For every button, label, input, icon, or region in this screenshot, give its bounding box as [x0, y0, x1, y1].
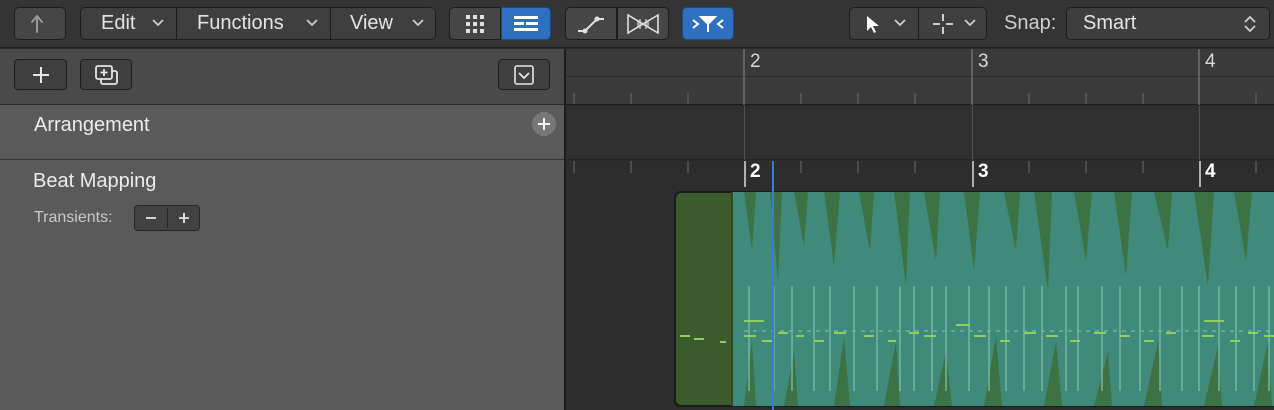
minus-icon	[146, 217, 156, 219]
ruler-ticks	[573, 49, 1257, 105]
grid-view-icon	[466, 14, 484, 33]
beat-bar-3: 3	[978, 161, 989, 182]
grid-view-button[interactable]	[449, 7, 501, 40]
arrangement-add-button[interactable]	[532, 112, 556, 136]
back-arrow-icon	[31, 13, 43, 33]
catch-playhead-button[interactable]	[682, 7, 734, 40]
transients-stepper	[134, 205, 200, 231]
chevron-down-icon	[152, 19, 164, 27]
track-header-toolbar	[0, 49, 565, 105]
chevron-down-icon	[306, 19, 318, 27]
plus-icon	[32, 66, 49, 83]
transients-increase-button[interactable]	[168, 206, 200, 230]
beat-bar-2: 2	[750, 161, 761, 182]
menu-view[interactable]: View	[350, 7, 393, 40]
catch-playhead-icon	[692, 15, 724, 32]
crosshair-tool-icon	[933, 14, 953, 34]
list-view-button[interactable]	[501, 7, 551, 40]
beat-mapping-title: Beat Mapping	[33, 170, 157, 192]
automation-curve-icon	[578, 16, 604, 33]
chevron-down-icon	[894, 19, 906, 27]
chevron-down-icon	[964, 19, 976, 27]
arrangement-lane[interactable]	[566, 106, 1274, 160]
beat-bar-4: 4	[1205, 161, 1216, 182]
back-button[interactable]	[14, 7, 66, 40]
menu-edit[interactable]: Edit	[101, 7, 135, 40]
beat-mapping-ruler	[573, 161, 1257, 187]
snap-value: Smart	[1083, 12, 1137, 34]
duplicate-track-button[interactable]	[80, 59, 132, 90]
snap-select[interactable]: Smart	[1066, 7, 1270, 40]
beat-mapping-track-header[interactable]: Beat Mapping Transients:	[0, 161, 565, 410]
crosshair-tool-menu[interactable]	[919, 8, 987, 39]
ruler-bar-4: 4	[1205, 51, 1216, 72]
menu-functions[interactable]: Functions	[197, 7, 284, 40]
automation-button[interactable]	[565, 7, 617, 40]
beat-mapping-lane[interactable]: 2 3 4	[566, 161, 1274, 410]
transients-decrease-button[interactable]	[135, 206, 167, 230]
collapse-button[interactable]	[498, 59, 550, 90]
list-view-icon	[514, 15, 538, 31]
arrangement-track-header[interactable]: Arrangement	[0, 106, 565, 160]
arrangement-title: Arrangement	[34, 114, 150, 136]
ruler-bar-3: 3	[978, 51, 989, 72]
chevron-down-icon	[412, 19, 424, 27]
collapse-down-icon	[514, 64, 534, 85]
flex-time-button[interactable]	[617, 7, 669, 40]
pointer-tool-menu[interactable]	[850, 8, 918, 39]
bar-ruler[interactable]: 2 3 4	[566, 49, 1274, 105]
snap-label: Snap:	[1004, 12, 1057, 34]
ruler-bar-2: 2	[750, 51, 761, 72]
playhead[interactable]	[772, 161, 774, 410]
pointer-tool-icon	[867, 16, 879, 33]
flex-time-icon	[627, 13, 659, 34]
up-down-chevron-icon	[1244, 15, 1256, 33]
control-bar: Edit Functions View Snap: Smart	[0, 0, 1274, 48]
plus-icon	[179, 213, 189, 223]
transients-label: Transients:	[34, 209, 113, 226]
audio-region[interactable]	[674, 191, 1274, 407]
add-track-button[interactable]	[14, 59, 67, 90]
plus-icon	[538, 118, 550, 130]
duplicate-track-icon	[95, 64, 118, 85]
